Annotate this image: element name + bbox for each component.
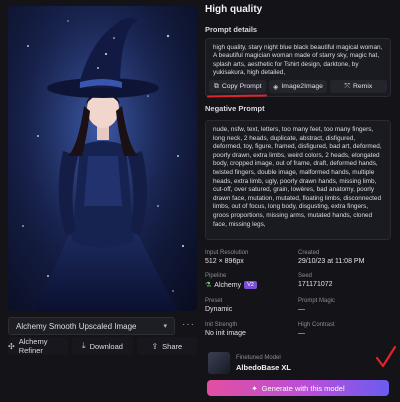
negative-prompt-heading: Negative Prompt bbox=[205, 104, 265, 113]
pipeline-value: Alchemy bbox=[214, 281, 242, 289]
seed-label: Seed bbox=[298, 273, 313, 279]
preset-value: Dynamic bbox=[205, 306, 233, 313]
high-contrast-label: High Contrast bbox=[298, 322, 335, 328]
finetuned-model-name: AlbedoBase XL bbox=[236, 362, 292, 372]
red-checkmark-annotation bbox=[375, 345, 397, 368]
generated-image[interactable] bbox=[8, 6, 197, 311]
alchemy-refiner-label: Alchemy Refiner bbox=[18, 337, 48, 355]
created-value: 29/10/23 at 11:08 PM bbox=[298, 258, 365, 265]
image-actions: ✣ Alchemy Refiner ⤓ Download ⇪ Share bbox=[8, 337, 197, 355]
witch-illustration bbox=[8, 6, 197, 311]
remix-icon: ⤧ bbox=[344, 82, 350, 90]
generate-with-model-button[interactable]: ✦ Generate with this model bbox=[207, 380, 389, 396]
seed-value: 171171072 bbox=[298, 281, 333, 288]
image2image-label: Image2Image bbox=[281, 83, 323, 90]
high-contrast-value: — bbox=[298, 330, 305, 337]
model-thumbnail bbox=[208, 352, 230, 374]
download-label: Download bbox=[89, 341, 123, 351]
init-strength-label: Init Strength bbox=[205, 322, 238, 328]
init-strength-value: No init image bbox=[205, 330, 246, 337]
prompt-details-heading: Prompt details bbox=[205, 25, 258, 34]
copy-prompt-button[interactable]: ⧉ Copy Prompt bbox=[209, 80, 267, 93]
negative-prompt-box: nude, nsfw, text, letters, too many feet… bbox=[205, 120, 391, 240]
remix-button[interactable]: ⤧ Remix bbox=[329, 80, 387, 93]
share-label: Share bbox=[162, 341, 183, 351]
share-button[interactable]: ⇪ Share bbox=[136, 337, 197, 355]
share-icon: ⇪ bbox=[151, 341, 159, 351]
upscale-mode-select[interactable]: Alchemy Smooth Upscaled Image ▾ bbox=[8, 317, 175, 335]
download-button[interactable]: ⤓ Download bbox=[72, 337, 133, 355]
flask-icon: ⚗ bbox=[205, 282, 212, 289]
details-panel: High quality Prompt details high quality… bbox=[203, 0, 400, 402]
sparkle-icon: ✦ bbox=[251, 383, 258, 393]
created-label: Created bbox=[298, 250, 320, 256]
meta-row-resolution: Input Resolution 512 × 896px Created 29/… bbox=[205, 250, 391, 265]
meta-row-preset: Preset Dynamic Prompt Magic — bbox=[205, 298, 391, 313]
negative-prompt-text: nude, nsfw, text, letters, too many feet… bbox=[213, 126, 382, 228]
page-title: High quality bbox=[205, 4, 263, 15]
more-options-button[interactable]: ··· bbox=[180, 318, 197, 334]
remix-label: Remix bbox=[352, 83, 373, 90]
pipeline-label: Pipeline bbox=[205, 273, 227, 279]
pipeline-version-badge: V2 bbox=[244, 281, 257, 289]
input-resolution-label: Input Resolution bbox=[205, 250, 249, 256]
download-icon: ⤓ bbox=[82, 341, 86, 350]
sparkle-icon: ✣ bbox=[8, 341, 15, 351]
layers-icon: ◈ bbox=[273, 83, 279, 91]
copy-icon: ⧉ bbox=[213, 82, 219, 90]
red-underline-annotation bbox=[206, 94, 268, 98]
copy-prompt-label: Copy Prompt bbox=[221, 83, 262, 90]
prompt-text: high quality, stary night blue black bea… bbox=[213, 44, 383, 77]
finetuned-model-card[interactable]: Finetuned Model AlbedoBase XL bbox=[205, 348, 391, 378]
prompt-actions: ⧉ Copy Prompt ◈ Image2Image ⤧ Remix bbox=[205, 80, 391, 93]
chevron-down-icon: ▾ bbox=[163, 323, 167, 330]
prompt-magic-label: Prompt Magic bbox=[298, 298, 336, 304]
prompt-magic-value: — bbox=[298, 306, 305, 313]
meta-row-init: Init Strength No init image High Contras… bbox=[205, 322, 391, 337]
finetuned-model-label: Finetuned Model bbox=[236, 354, 281, 361]
image2image-button[interactable]: ◈ Image2Image bbox=[269, 80, 327, 93]
meta-row-pipeline: Pipeline ⚗ Alchemy V2 Seed 171171072 bbox=[205, 273, 391, 289]
generate-label: Generate with this model bbox=[261, 383, 345, 393]
alchemy-refiner-button[interactable]: ✣ Alchemy Refiner bbox=[8, 337, 69, 355]
pipeline-value-row: ⚗ Alchemy V2 bbox=[205, 281, 298, 289]
preset-label: Preset bbox=[205, 298, 223, 304]
upscale-mode-value: Alchemy Smooth Upscaled Image bbox=[16, 321, 137, 331]
input-resolution-value: 512 × 896px bbox=[205, 258, 244, 265]
